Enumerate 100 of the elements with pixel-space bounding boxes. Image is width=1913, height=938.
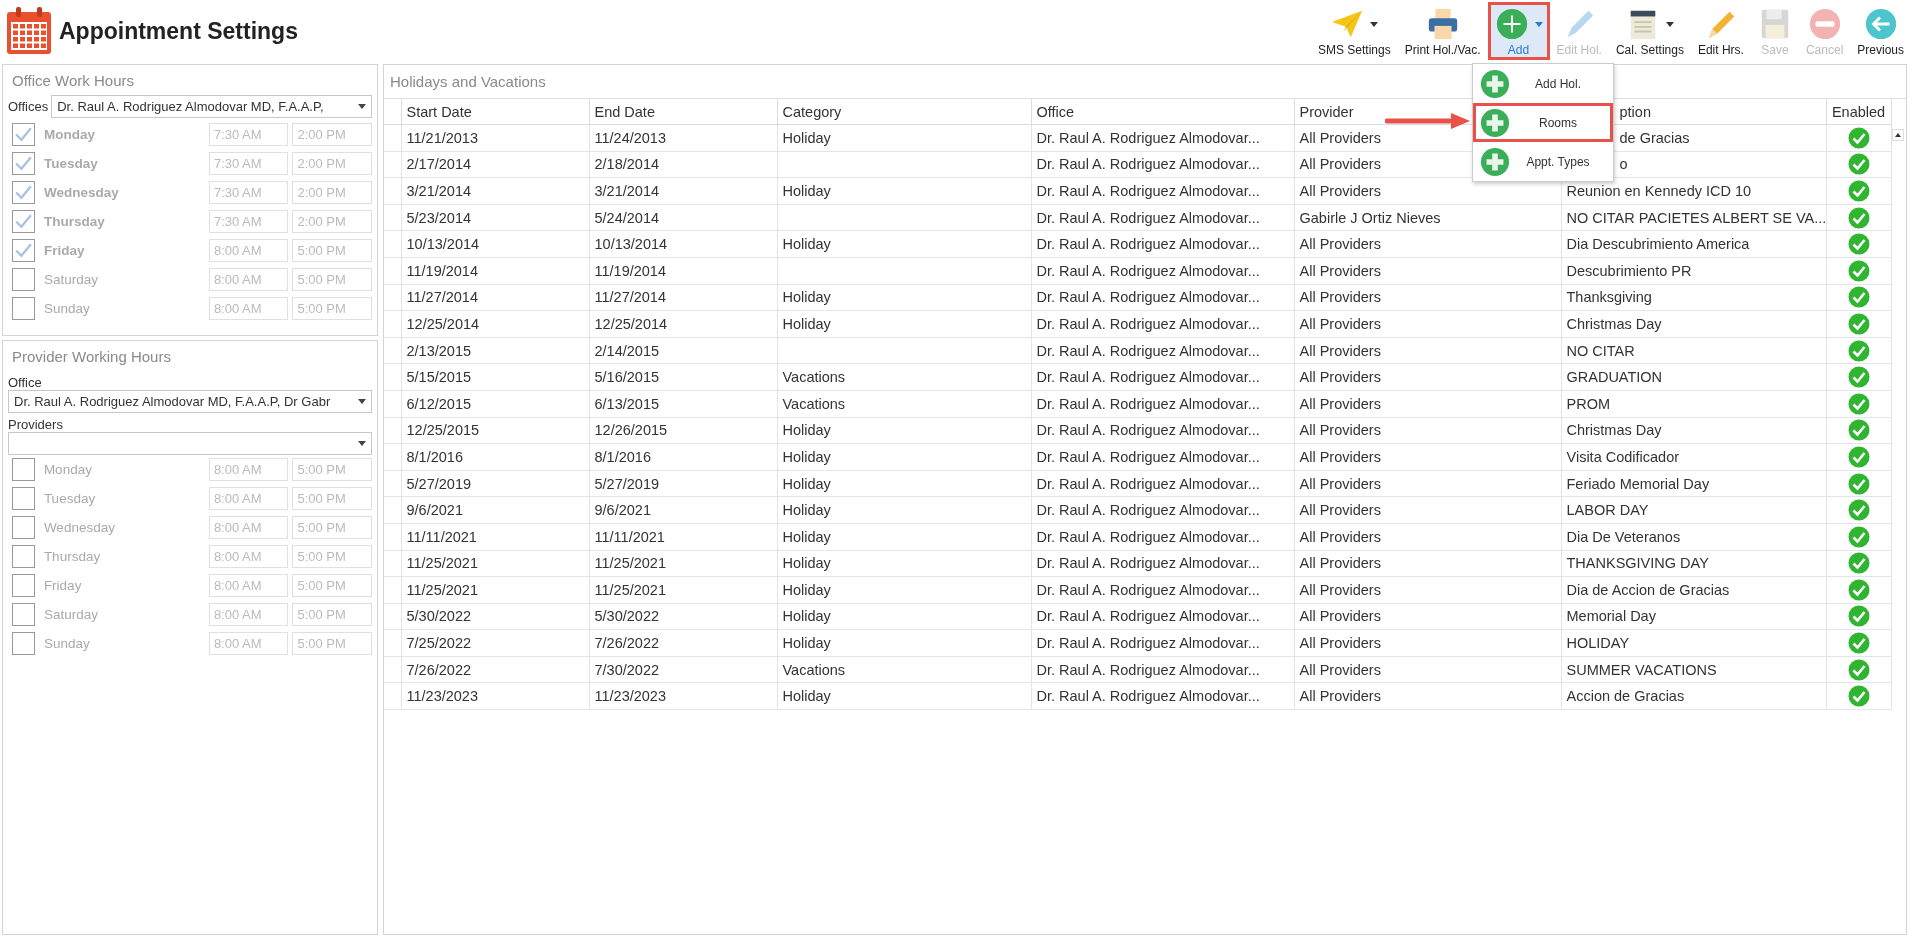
end-time-field[interactable]: 5:00 PM [292,458,372,481]
checkbox[interactable] [12,574,35,597]
end-date-cell: 10/13/2014 [589,230,777,258]
toolbar-button[interactable]: Print Hol./Vac. [1397,2,1488,60]
office-cell: Dr. Raul A. Rodriguez Almodovar... [1031,576,1294,604]
office-dropdown[interactable]: Dr. Raul A. Rodriguez Almodovar MD, F.A.A.P, Dr Gabr [8,390,372,413]
end-time-field[interactable]: 5:00 PM [292,603,372,626]
start-date-cell: 7/25/2022 [401,629,589,657]
checkbox[interactable] [12,297,35,320]
calendar-icon [5,6,53,56]
start-date-cell: 3/21/2014 [401,177,589,205]
end-time-field[interactable]: 5:00 PM [292,574,372,597]
office-cell: Dr. Raul A. Rodriguez Almodovar... [1031,177,1294,205]
office-cell: Dr. Raul A. Rodriguez Almodovar... [1031,310,1294,338]
start-time-field[interactable]: 8:00 AM [208,545,289,568]
office-cell: Dr. Raul A. Rodriguez Almodovar... [1031,204,1294,231]
end-date-cell: 11/23/2023 [589,682,777,710]
checkbox[interactable] [12,632,35,655]
provider-cell: All Providers [1294,230,1561,258]
office-dropdown[interactable]: Dr. Raul A. Rodriguez Almodovar MD, F.A.A.P, [51,95,372,118]
start-time-field[interactable]: 7:30 AM [208,152,289,175]
start-time-field[interactable]: 8:00 AM [208,297,289,320]
caret-icon [358,441,366,446]
end-time-field[interactable]: 5:00 PM [292,297,372,320]
provider-cell: All Providers [1294,390,1561,418]
end-time-field[interactable]: 5:00 PM [292,487,372,510]
end-date-cell: 11/25/2021 [589,550,777,577]
provider-cell: All Providers [1294,576,1561,604]
checkbox[interactable] [12,516,35,539]
panel-title: Provider Working Hours [11,347,172,367]
toolbar-button[interactable]: Edit Hrs. [1690,2,1751,60]
end-time-field[interactable]: 2:00 PM [292,123,372,146]
checkbox[interactable] [12,545,35,568]
office-cell: Dr. Raul A. Rodriguez Almodovar... [1031,363,1294,391]
day-label: Wednesday [42,520,116,535]
end-time-field[interactable]: 5:00 PM [292,268,372,291]
start-time-field[interactable]: 8:00 AM [208,516,289,539]
end-date-cell: 7/30/2022 [589,656,777,683]
column-header[interactable]: Office [1031,99,1294,125]
start-time-field[interactable]: 8:00 AM [208,632,289,655]
start-date-cell: 7/26/2022 [401,656,589,683]
checkbox[interactable] [12,239,35,262]
office-cell: Dr. Raul A. Rodriguez Almodovar... [1031,470,1294,497]
checkbox[interactable] [12,487,35,510]
end-time-field[interactable]: 5:00 PM [292,239,372,262]
column-header[interactable]: Category [777,99,1031,125]
start-time-field[interactable]: 7:30 AM [208,123,289,146]
provider-cell: All Providers [1294,284,1561,311]
start-time-field[interactable]: 8:00 AM [208,239,289,262]
panel-title: Holidays and Vacations [389,72,547,92]
provider-cell: All Providers [1294,523,1561,550]
plus-icon [1494,7,1529,41]
start-date-cell: 5/30/2022 [401,603,589,630]
end-time-field[interactable]: 5:00 PM [292,545,372,568]
start-time-field[interactable]: 8:00 AM [208,487,289,510]
checkbox[interactable] [12,123,35,146]
start-time-field[interactable]: 8:00 AM [208,458,289,481]
toolbar-button[interactable]: Cal. Settings [1608,2,1691,60]
start-time-field[interactable]: 8:00 AM [208,574,289,597]
category-cell: Holiday [777,417,1031,444]
day-label: Tuesday [43,156,99,171]
end-date-cell: 6/13/2015 [589,390,777,418]
toolbar-button[interactable]: Add [1487,2,1550,60]
end-date-cell: 5/27/2019 [589,470,777,497]
column-header[interactable]: End Date [589,99,777,125]
checkbox[interactable] [12,152,35,175]
start-time-field[interactable]: 8:00 AM [208,603,289,626]
end-date-cell: 8/1/2016 [589,443,777,471]
description-cell: NO CITAR [1561,337,1826,364]
checkbox[interactable] [12,603,35,626]
plus-icon [1480,68,1510,99]
end-date-cell: 5/16/2015 [589,363,777,391]
description-cell: Dia de Accion de Gracias [1561,576,1826,604]
column-header[interactable]: Enabled [1826,99,1891,125]
panel-title: Office Work Hours [11,71,135,91]
category-cell: Holiday [777,629,1031,657]
checkbox[interactable] [12,268,35,291]
scroll-up-icon[interactable] [1891,128,1904,141]
column-header[interactable]: Start Date [401,99,589,125]
end-time-field[interactable]: 5:00 PM [292,632,372,655]
start-time-field[interactable]: 7:30 AM [208,210,289,233]
toolbar-button[interactable]: SMS Settings [1311,2,1398,60]
start-time-field[interactable]: 7:30 AM [208,181,289,204]
end-time-field[interactable]: 2:00 PM [292,210,372,233]
provider-cell: All Providers [1294,656,1561,683]
providers-dropdown[interactable] [8,432,372,455]
toolbar-button[interactable]: Previous [1850,2,1911,60]
end-time-field[interactable]: 5:00 PM [292,516,372,539]
checkbox[interactable] [12,210,35,233]
checkbox[interactable] [12,181,35,204]
end-time-field[interactable]: 2:00 PM [292,152,372,175]
category-cell: Holiday [777,470,1031,497]
description-cell: Memorial Day [1561,603,1826,630]
field-label: Office [8,375,43,390]
description-cell: HOLIDAY [1561,629,1826,657]
start-time-field[interactable]: 8:00 AM [208,268,289,291]
checkbox[interactable] [12,458,35,481]
day-label: Sunday [42,301,91,316]
menu-item[interactable]: Rooms [1473,103,1613,142]
end-time-field[interactable]: 2:00 PM [292,181,372,204]
